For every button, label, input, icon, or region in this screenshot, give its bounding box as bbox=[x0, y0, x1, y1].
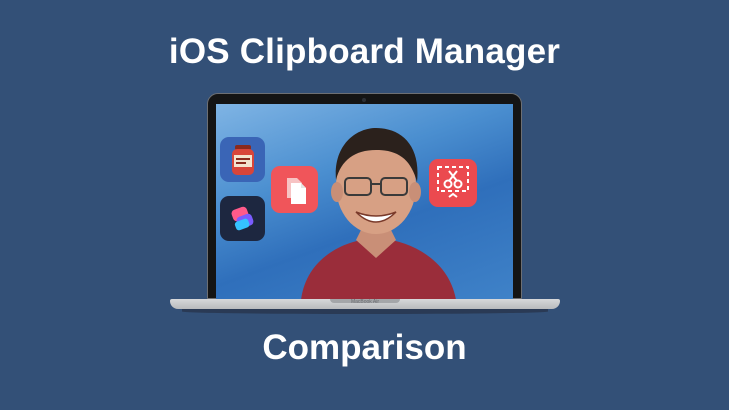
laptop-screen bbox=[216, 104, 513, 299]
laptop-lid bbox=[207, 93, 522, 299]
shortcuts-app-icon bbox=[220, 196, 265, 241]
laptop: MacBook Air bbox=[170, 93, 560, 315]
page-subtitle: Comparison bbox=[262, 328, 467, 367]
laptop-brand: MacBook Air bbox=[350, 299, 380, 305]
laptop-base: MacBook Air bbox=[170, 299, 560, 309]
page-title: iOS Clipboard Manager bbox=[168, 32, 561, 71]
paste-app-icon bbox=[220, 137, 265, 182]
scissors-clip-app-icon bbox=[429, 159, 477, 207]
laptop-shadow bbox=[182, 309, 548, 314]
person-image bbox=[301, 128, 456, 299]
camera-dot bbox=[362, 98, 366, 102]
